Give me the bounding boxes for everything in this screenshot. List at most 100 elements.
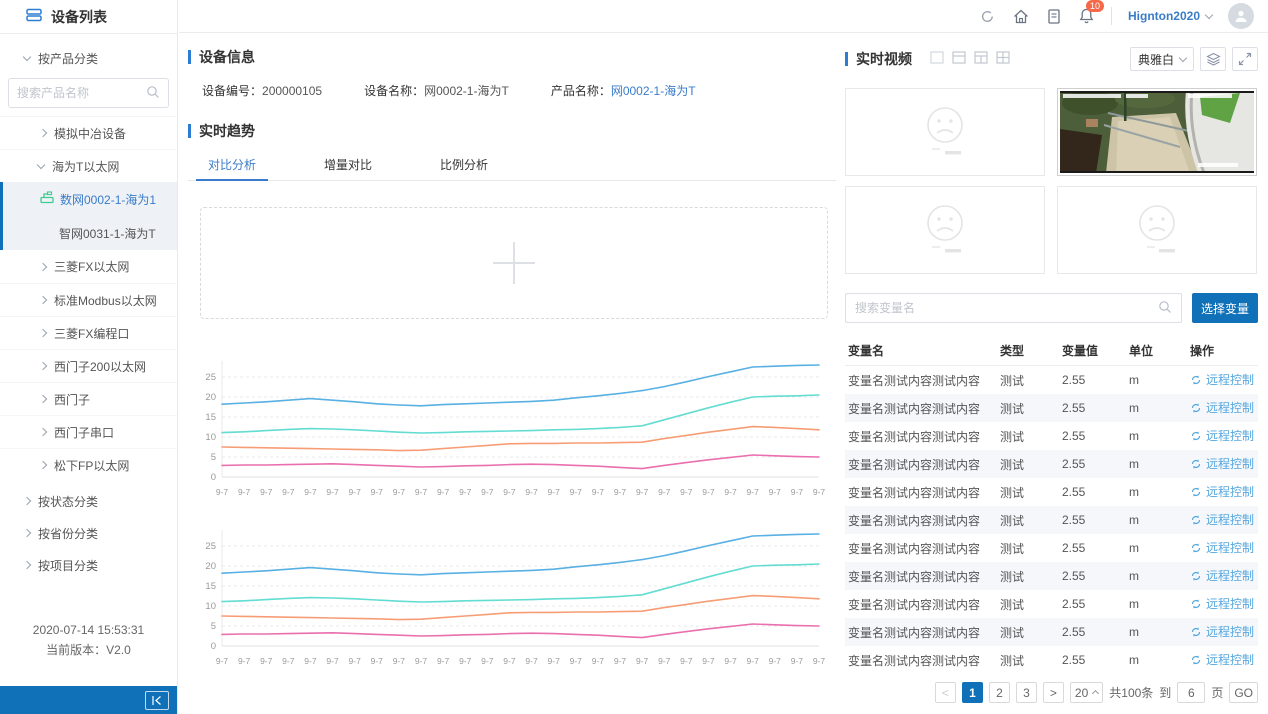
remote-control-link[interactable]: 远程控制 [1190, 427, 1254, 444]
variables-table: 变量名 类型 变量值 单位 操作 变量名测试内容测试内容测试2.55m远程控制变… [845, 336, 1258, 674]
theme-select[interactable]: 典雅白 [1130, 47, 1194, 71]
notifications-bell-icon[interactable]: 10 [1078, 7, 1095, 25]
var-type-cell: 测试 [1000, 540, 1062, 557]
current-time: 2020-07-14 15:53:31 [0, 620, 177, 640]
svg-text:9-7: 9-7 [481, 656, 494, 666]
field-label: 设备编号： [202, 84, 262, 98]
remote-control-link[interactable]: 远程控制 [1190, 567, 1254, 584]
page-button-1[interactable]: 1 [962, 682, 983, 703]
chevron-down-icon [1205, 10, 1213, 18]
go-button[interactable]: GO [1229, 682, 1258, 703]
sidebar-item-product-1[interactable]: 海为T以太网 [0, 149, 177, 182]
chevron-down-icon [37, 160, 45, 168]
var-unit-cell: m [1129, 485, 1190, 499]
sidebar-item-product-5[interactable]: 西门子200以太网 [0, 349, 177, 382]
chart-add-placeholder[interactable] [200, 207, 828, 319]
sidebar-item-device-1[interactable]: 智网0031-1-海为T [3, 216, 177, 250]
device-name-field: 设备名称：网0002-1-海为T [364, 82, 509, 99]
goto-page-input[interactable] [1177, 682, 1205, 703]
product-search-input[interactable] [17, 86, 146, 100]
layout-three-pane-icon[interactable] [974, 51, 988, 67]
select-variable-button[interactable]: 选择变量 [1192, 293, 1258, 323]
layout-single-icon[interactable] [930, 51, 944, 67]
video-slot-3[interactable] [845, 186, 1045, 274]
remote-control-link[interactable]: 远程控制 [1190, 623, 1254, 640]
var-type-cell: 测试 [1000, 568, 1062, 585]
avatar[interactable] [1228, 3, 1254, 29]
svg-text:9-7: 9-7 [393, 487, 406, 497]
product-search-box[interactable] [8, 78, 169, 108]
tab-increment-compare[interactable]: 增量对比 [318, 149, 378, 180]
item-label: 海为T以太网 [52, 158, 119, 175]
next-page-button[interactable]: > [1043, 682, 1064, 703]
page-button-3[interactable]: 3 [1016, 682, 1037, 703]
sidebar-item-product-4[interactable]: 三菱FX编程口 [0, 316, 177, 349]
sidebar-header: 设备列表 [0, 0, 177, 34]
sidebar-item-product-2[interactable]: 三菱FX以太网 [0, 250, 177, 283]
remote-control-link[interactable]: 远程控制 [1190, 595, 1254, 612]
collapse-icon [150, 695, 164, 706]
sidebar-item-state-category[interactable]: 按状态分类 [0, 485, 177, 517]
svg-text:9-7: 9-7 [216, 656, 229, 666]
var-unit-cell: m [1129, 429, 1190, 443]
prev-page-button[interactable]: < [935, 682, 956, 703]
item-label: 智网0031-1-海为T [59, 225, 156, 242]
tab-compare-analysis[interactable]: 对比分析 [202, 149, 262, 180]
page-button-2[interactable]: 2 [989, 682, 1010, 703]
collapse-sidebar-button[interactable] [145, 691, 169, 710]
remote-control-link[interactable]: 远程控制 [1190, 371, 1254, 388]
sidebar-item-product-8[interactable]: 松下FP以太网 [0, 448, 177, 481]
remote-control-link[interactable]: 远程控制 [1190, 483, 1254, 500]
item-label: 标准Modbus以太网 [54, 292, 157, 309]
remote-control-link[interactable]: 远程控制 [1190, 511, 1254, 528]
var-type-cell: 测试 [1000, 512, 1062, 529]
device-gateway-icon [40, 191, 54, 207]
video-slot-1[interactable] [845, 88, 1045, 176]
sidebar-item-device-selected[interactable]: 数网0002-1-海为1 [3, 182, 177, 216]
expand-button[interactable] [1232, 47, 1258, 71]
var-type-cell: 测试 [1000, 652, 1062, 669]
page-size-value: 20 [1075, 686, 1088, 700]
layout-four-grid-icon[interactable] [996, 51, 1010, 67]
refresh-icon[interactable] [979, 8, 996, 25]
sidebar-item-product-0[interactable]: 模拟中冶设备 [0, 116, 177, 149]
var-value-cell: 2.55 [1062, 625, 1129, 639]
sidebar-footer: 2020-07-14 15:53:31 当前版本：V2.0 [0, 620, 177, 660]
home-icon[interactable] [1012, 8, 1030, 25]
variable-search-input[interactable] [855, 301, 1158, 315]
chevron-right-icon [23, 561, 31, 569]
video-slot-4[interactable] [1057, 186, 1257, 274]
layout-two-pane-icon[interactable] [952, 51, 966, 67]
remote-control-icon [1190, 514, 1202, 526]
remote-control-link[interactable]: 远程控制 [1190, 651, 1254, 668]
sidebar-item-product-category[interactable]: 按产品分类 [0, 42, 177, 74]
section-bar [845, 52, 848, 66]
section-label: 实时趋势 [199, 121, 255, 141]
video-slot-2-live-feed[interactable] [1057, 88, 1257, 176]
product-name-link[interactable]: 网0002-1-海为T [611, 84, 696, 98]
remote-control-link[interactable]: 远程控制 [1190, 539, 1254, 556]
svg-text:9-7: 9-7 [769, 487, 782, 497]
item-label: 松下FP以太网 [54, 457, 129, 474]
trend-section-title: 实时趋势 [188, 121, 836, 141]
item-label: 数网0002-1-海为1 [60, 191, 156, 208]
svg-text:9-7: 9-7 [371, 487, 384, 497]
svg-text:25: 25 [205, 541, 216, 552]
sidebar-item-product-6[interactable]: 西门子 [0, 382, 177, 415]
sidebar-item-product-7[interactable]: 西门子串口 [0, 415, 177, 448]
table-row: 变量名测试内容测试内容测试2.55m远程控制 [845, 422, 1258, 450]
tab-ratio-analysis[interactable]: 比例分析 [434, 149, 494, 180]
sidebar-item-province-category[interactable]: 按省份分类 [0, 517, 177, 549]
svg-text:5: 5 [211, 452, 216, 463]
variable-search-box[interactable] [845, 293, 1182, 323]
video-layout-switcher [930, 51, 1010, 67]
remote-control-link[interactable]: 远程控制 [1190, 399, 1254, 416]
remote-control-link[interactable]: 远程控制 [1190, 455, 1254, 472]
svg-text:9-7: 9-7 [437, 487, 450, 497]
page-size-select[interactable]: 20 [1070, 682, 1103, 703]
layers-button[interactable] [1200, 47, 1226, 71]
sidebar-item-product-3[interactable]: 标准Modbus以太网 [0, 283, 177, 316]
document-icon[interactable] [1046, 8, 1062, 25]
sidebar-item-project-category[interactable]: 按项目分类 [0, 549, 177, 581]
user-menu[interactable]: Hignton2020 [1128, 9, 1212, 23]
